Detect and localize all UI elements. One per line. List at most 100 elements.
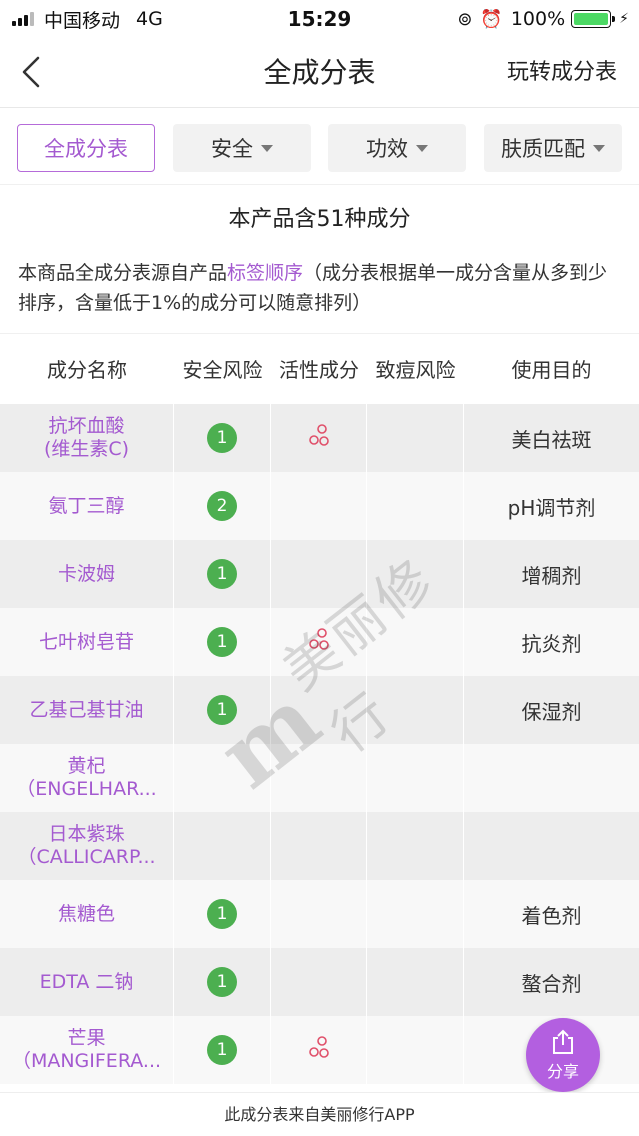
share-label: 分享 <box>546 1062 579 1081</box>
safety-cell: 1 <box>174 948 271 1016</box>
filter-bar: 全成分表 安全 功效 肤质匹配 <box>0 109 639 185</box>
safety-cell: 1 <box>174 404 271 472</box>
ingredient-name-secondary: （ENGELHAR... <box>16 778 157 800</box>
table-row[interactable]: 七叶树皂苷 1 抗炎剂 <box>0 608 639 676</box>
purpose-label: 着色剂 <box>521 903 582 928</box>
ingredient-name[interactable]: 日本紫珠 （CALLICARP... <box>0 812 174 880</box>
safety-badge: 1 <box>207 899 237 929</box>
filter-label: 功效 <box>366 137 408 161</box>
filter-skin-match[interactable]: 肤质匹配 <box>484 124 622 172</box>
acne-cell <box>367 404 464 472</box>
safety-badge: 1 <box>207 627 237 657</box>
safety-badge: 1 <box>207 967 237 997</box>
acne-cell <box>367 676 464 744</box>
status-right: ⊚ ⏰ 100% ⚡ <box>457 0 629 38</box>
footer-note: 此成分表来自美丽修行APP <box>0 1092 639 1136</box>
acne-cell <box>367 472 464 540</box>
filter-label: 安全 <box>211 137 253 161</box>
purpose-cell: 保湿剂 <box>464 676 639 744</box>
guide-link[interactable]: 玩转成分表 <box>507 38 617 108</box>
ingredient-name[interactable]: 黄杞 （ENGELHAR... <box>0 744 174 812</box>
header-purpose: 使用目的 <box>511 358 592 382</box>
ingredient-name[interactable]: 七叶树皂苷 <box>0 608 174 676</box>
desc-text: 本商品全成分表源自产品 <box>18 262 228 284</box>
caret-down-icon <box>416 144 428 152</box>
filter-efficacy[interactable]: 功效 <box>328 124 466 172</box>
active-cell <box>271 744 367 812</box>
ingredient-name[interactable]: 焦糖色 <box>0 880 174 948</box>
table-header: 成分名称 安全风险 活性成分 致痘风险 使用目的 <box>0 333 639 403</box>
safety-badge: 1 <box>207 559 237 589</box>
purpose-label: pH调节剂 <box>507 495 596 520</box>
active-cell <box>271 1016 367 1084</box>
table-row[interactable]: 抗坏血酸 (维生素C) 1 美白祛斑 <box>0 404 639 472</box>
acne-cell <box>367 948 464 1016</box>
purpose-cell: 螯合剂 <box>464 948 639 1016</box>
ingredient-name-secondary: (维生素C) <box>43 438 130 460</box>
caret-down-icon <box>593 144 605 152</box>
ingredient-name-primary: 氨丁三醇 <box>48 494 125 517</box>
battery-percent: 100% <box>510 8 566 30</box>
purpose-label: 保湿剂 <box>521 699 582 724</box>
table-row[interactable]: 乙基己基甘油 1 保湿剂 <box>0 676 639 744</box>
acne-cell <box>367 744 464 812</box>
acne-cell <box>367 1016 464 1084</box>
ingredient-name-secondary: （CALLICARP... <box>17 846 156 868</box>
acne-cell <box>367 812 464 880</box>
ingredient-name[interactable]: 卡波姆 <box>0 540 174 608</box>
purpose-label: 增稠剂 <box>521 563 582 588</box>
header-safety: 安全风险 <box>182 358 263 382</box>
active-cell <box>271 880 367 948</box>
share-icon <box>553 1029 573 1054</box>
ingredient-name-primary: 乙基己基甘油 <box>29 698 144 721</box>
acne-cell <box>367 540 464 608</box>
safety-cell <box>174 744 271 812</box>
battery-icon <box>571 10 616 28</box>
safety-cell: 1 <box>174 676 271 744</box>
nav-bar: 全成分表 玩转成分表 <box>0 38 639 108</box>
status-bar: 中国移动 4G 15:29 ⊚ ⏰ 100% ⚡ <box>0 0 639 38</box>
label-order-link[interactable]: 标签顺序 <box>227 262 303 284</box>
table-row[interactable]: 焦糖色 1 着色剂 <box>0 880 639 948</box>
ingredient-name[interactable]: 氨丁三醇 <box>0 472 174 540</box>
safety-cell: 1 <box>174 1016 271 1084</box>
active-cell <box>271 472 367 540</box>
table-row[interactable]: 卡波姆 1 增稠剂 <box>0 540 639 608</box>
ingredient-name-primary: 黄杞 <box>67 755 106 777</box>
active-cell <box>271 540 367 608</box>
table-row[interactable]: EDTA 二钠 1 螯合剂 <box>0 948 639 1016</box>
charging-icon: ⚡ <box>619 11 629 27</box>
purpose-cell <box>464 744 639 812</box>
filter-all-ingredients[interactable]: 全成分表 <box>17 124 155 172</box>
filter-safety[interactable]: 安全 <box>173 124 311 172</box>
ingredient-name[interactable]: 芒果 （MANGIFERA... <box>0 1016 174 1084</box>
ingredient-name-primary: 卡波姆 <box>57 562 115 585</box>
ingredient-name[interactable]: 乙基己基甘油 <box>0 676 174 744</box>
source-description: 本商品全成分表源自产品标签顺序（成分表根据单一成分含量从多到少排序，含量低于1%… <box>18 258 623 318</box>
safety-cell <box>174 812 271 880</box>
active-ingredient-icon <box>306 423 332 454</box>
purpose-cell: 抗炎剂 <box>464 608 639 676</box>
purpose-cell <box>464 812 639 880</box>
ingredient-name[interactable]: 抗坏血酸 (维生素C) <box>0 404 174 472</box>
active-ingredient-icon <box>306 627 332 658</box>
table-row[interactable]: 日本紫珠 （CALLICARP... <box>0 812 639 880</box>
ingredient-count: 本产品含51种成分 <box>228 207 411 232</box>
ingredient-name[interactable]: EDTA 二钠 <box>0 948 174 1016</box>
header-active: 活性成分 <box>279 358 359 382</box>
active-cell <box>271 948 367 1016</box>
caret-down-icon <box>261 144 273 152</box>
active-cell <box>271 812 367 880</box>
active-ingredient-icon <box>306 1035 332 1066</box>
table-row[interactable]: 氨丁三醇 2 pH调节剂 <box>0 472 639 540</box>
ingredient-name-secondary: （MANGIFERA... <box>11 1050 162 1072</box>
acne-cell <box>367 880 464 948</box>
active-cell <box>271 404 367 472</box>
purpose-cell: pH调节剂 <box>464 472 639 540</box>
active-cell <box>271 676 367 744</box>
ingredient-name-primary: 日本紫珠 <box>48 823 125 845</box>
safety-cell: 2 <box>174 472 271 540</box>
share-button[interactable]: 分享 <box>526 1018 600 1092</box>
safety-cell: 1 <box>174 608 271 676</box>
table-row[interactable]: 黄杞 （ENGELHAR... <box>0 744 639 812</box>
